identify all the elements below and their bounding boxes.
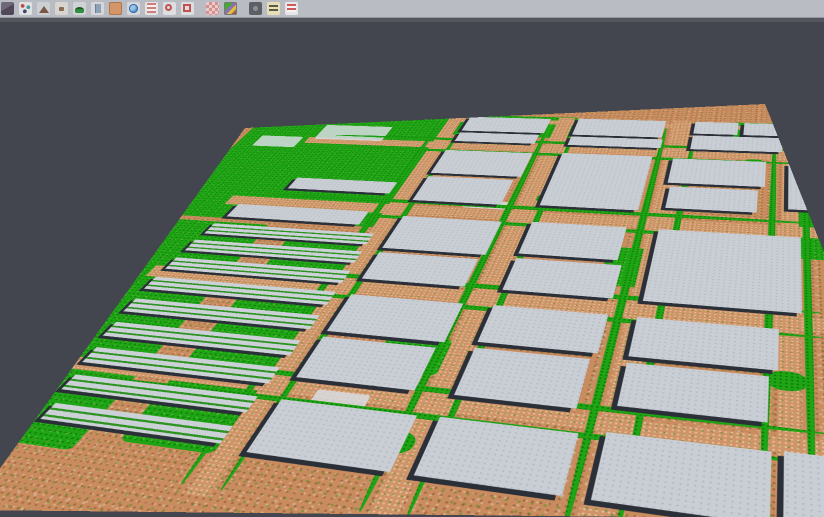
- toolbar: [0, 0, 824, 18]
- grid-select-icon[interactable]: [206, 2, 219, 15]
- hill-icon[interactable]: [73, 2, 86, 15]
- building: [431, 150, 533, 177]
- city-plane: [0, 104, 824, 517]
- classified-cloud-icon[interactable]: [224, 2, 237, 15]
- building: [783, 451, 824, 517]
- building: [572, 119, 666, 138]
- building: [668, 158, 766, 187]
- building-icon[interactable]: [91, 2, 104, 15]
- building: [743, 123, 788, 136]
- dem-icon[interactable]: [55, 2, 68, 15]
- building: [502, 258, 621, 298]
- building: [690, 135, 782, 152]
- building: [478, 305, 609, 353]
- concrete-pad: [314, 125, 393, 141]
- classify-edit-icon[interactable]: [267, 2, 280, 15]
- building: [362, 252, 478, 287]
- cube-icon[interactable]: [1, 2, 14, 15]
- building: [462, 117, 551, 133]
- orthophoto-icon[interactable]: [109, 2, 122, 15]
- circle-select-icon[interactable]: [163, 2, 176, 15]
- globe-icon[interactable]: [127, 2, 140, 15]
- terrain-model[interactable]: [0, 104, 824, 517]
- building: [643, 229, 802, 313]
- building: [693, 122, 738, 135]
- building: [454, 348, 590, 409]
- tree-line: [766, 370, 807, 393]
- building: [788, 164, 824, 212]
- mountain-icon[interactable]: [37, 2, 50, 15]
- building: [296, 337, 436, 391]
- building: [518, 222, 626, 260]
- building: [540, 153, 653, 211]
- building: [327, 294, 463, 342]
- 3d-viewport[interactable]: [0, 22, 824, 517]
- rect-select-icon[interactable]: [181, 2, 194, 15]
- camera-icon[interactable]: [249, 2, 262, 15]
- flag-icon[interactable]: [285, 2, 298, 15]
- building: [382, 216, 502, 255]
- points-icon[interactable]: [19, 2, 32, 15]
- building: [413, 176, 514, 205]
- profile-icon[interactable]: [145, 2, 158, 15]
